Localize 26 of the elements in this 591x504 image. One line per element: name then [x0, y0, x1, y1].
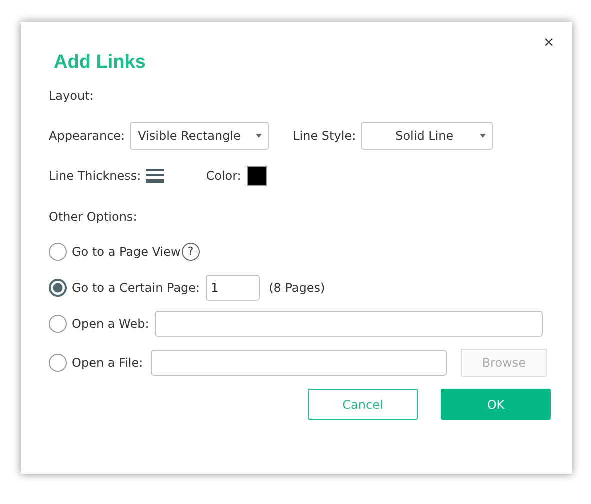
page-count: (8 Pages)	[269, 281, 326, 295]
field-label: Line Thickness:	[49, 169, 142, 183]
option-label: Go to a Certain Page:	[72, 281, 200, 295]
radio-button[interactable]	[49, 315, 67, 333]
option-label: Go to a Page View	[72, 245, 181, 259]
field-label: Appearance:	[49, 129, 126, 143]
option-label: Open a File:	[72, 356, 144, 370]
dialog-title: Add Links	[54, 52, 146, 74]
dropdown[interactable]: Solid Line	[361, 122, 494, 150]
option-label: Open a Web:	[72, 317, 150, 331]
color-swatch[interactable]	[247, 166, 268, 186]
field-label: Color:	[206, 169, 242, 183]
caret-icon	[256, 134, 262, 138]
dropdown[interactable]: Visible Rectangle	[130, 122, 270, 150]
input-field[interactable]	[151, 350, 448, 376]
radio-button[interactable]	[49, 279, 67, 297]
field-label: Line Style:	[293, 129, 356, 143]
section-heading: Other Options:	[49, 209, 138, 225]
input-field[interactable]: 1	[206, 275, 260, 301]
radio-button[interactable]	[49, 243, 67, 261]
caret-icon	[480, 134, 486, 138]
section-heading: Layout:	[49, 88, 95, 104]
input-field[interactable]	[155, 311, 544, 337]
line-thickness-icon[interactable]	[146, 169, 164, 183]
help-icon[interactable]: ?	[182, 243, 200, 261]
close-button[interactable]: ×	[540, 34, 558, 52]
